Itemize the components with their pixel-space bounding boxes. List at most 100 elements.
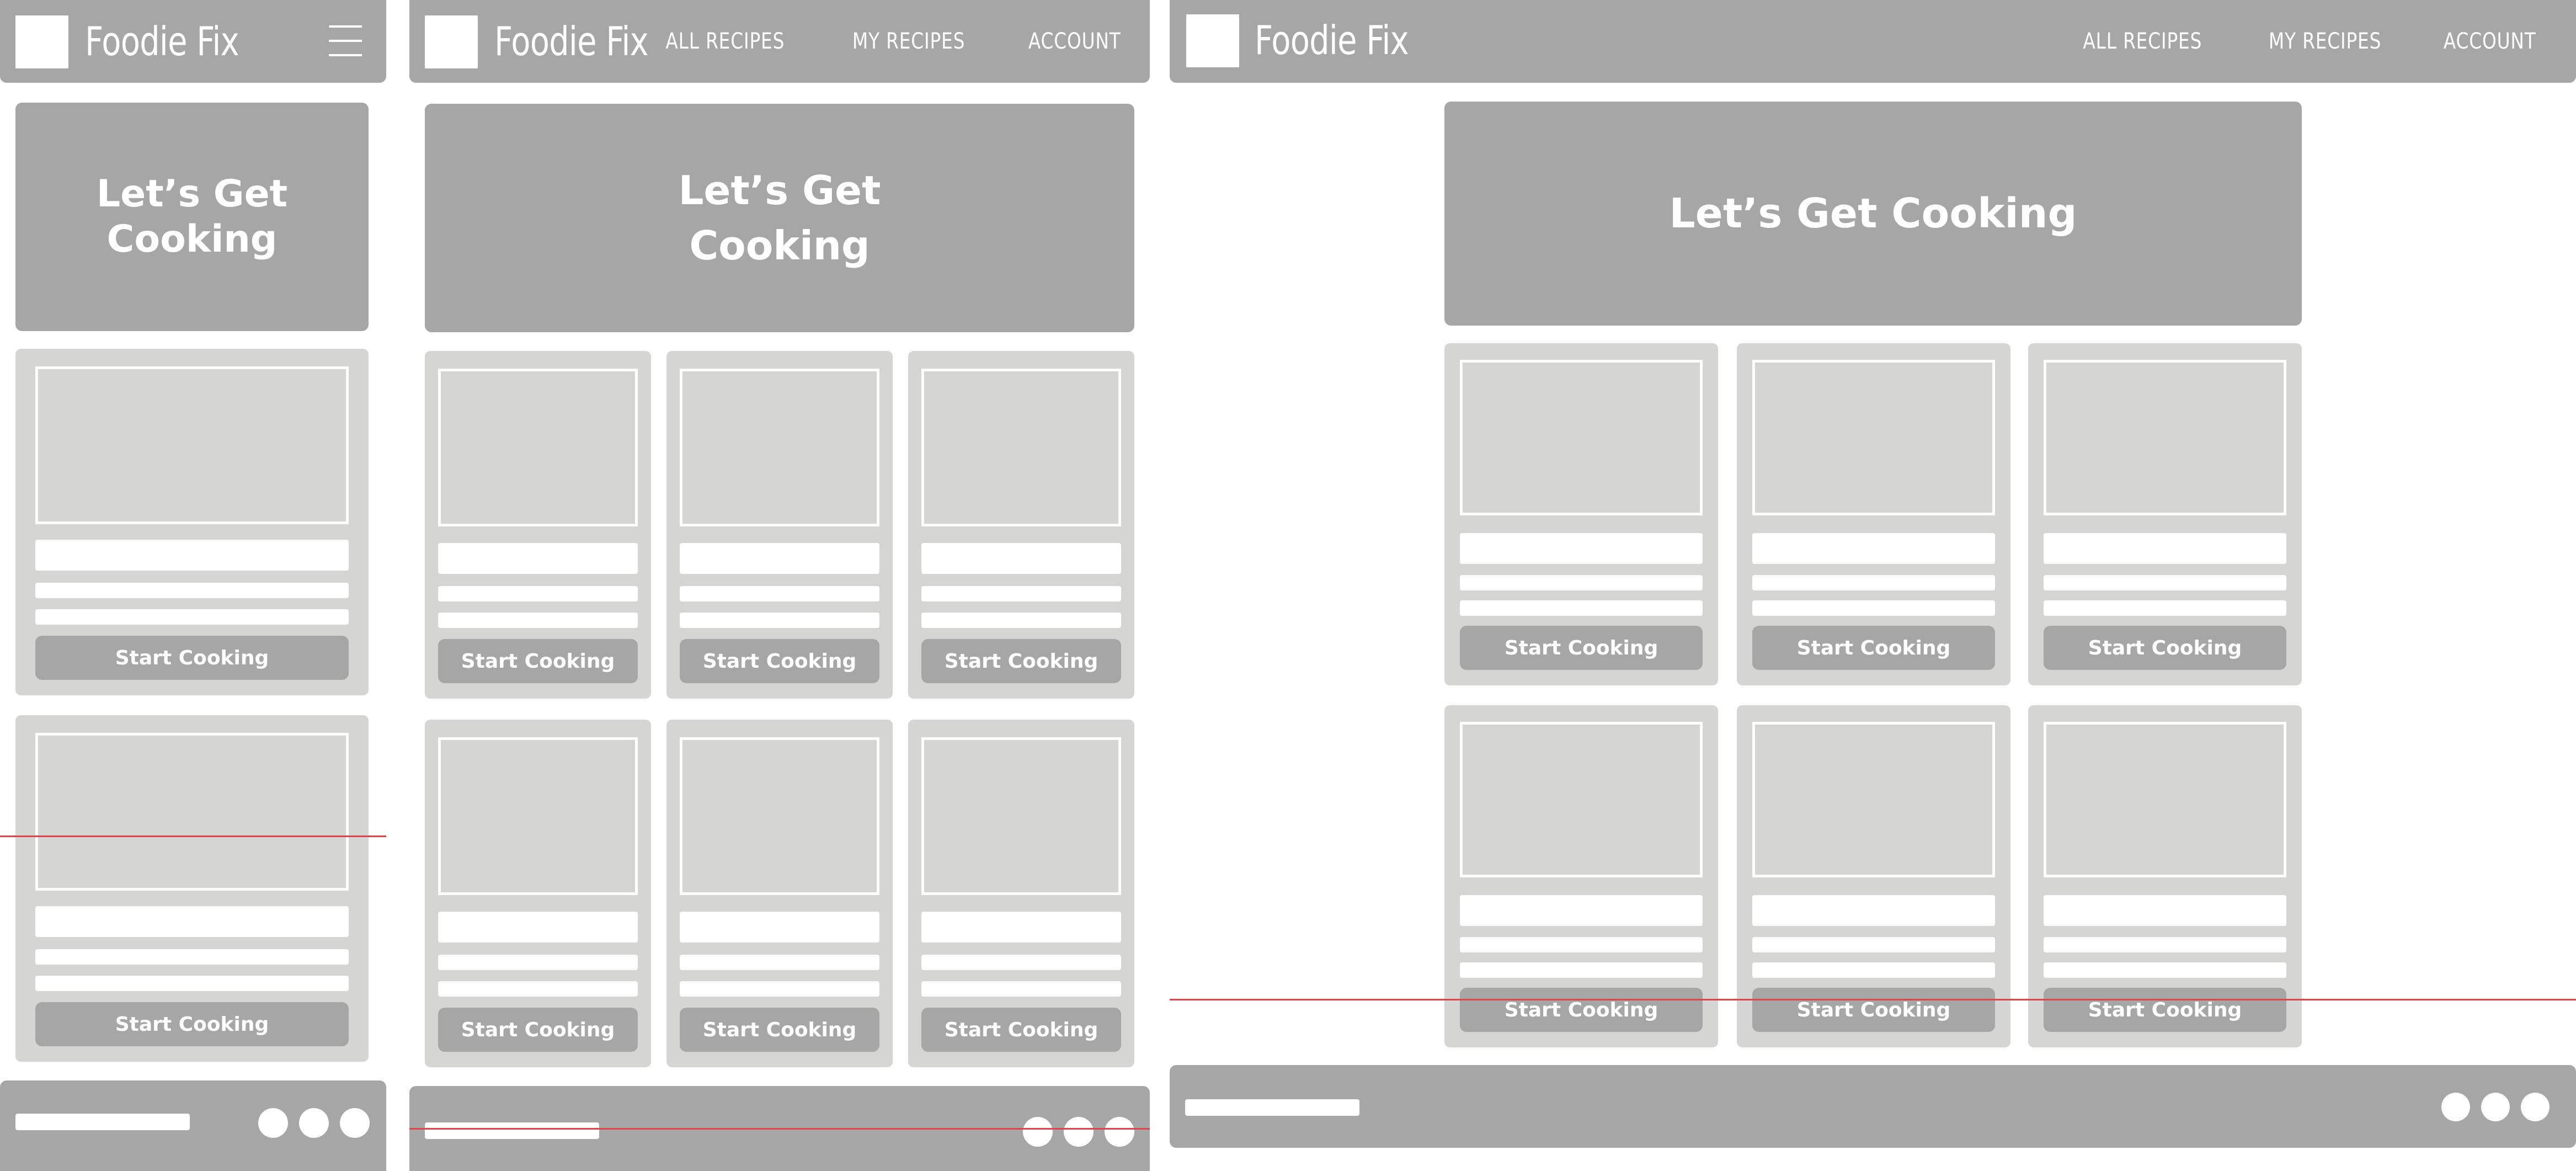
start-cooking-button[interactable]: Start Cooking — [1460, 626, 1703, 670]
nav-account[interactable]: ACCOUNT — [2444, 29, 2536, 54]
footer-social-links — [2441, 1093, 2550, 1121]
start-cooking-button[interactable]: Start Cooking — [2044, 626, 2286, 670]
recipe-text-placeholder — [680, 586, 879, 602]
recipe-title-placeholder — [1752, 533, 1995, 564]
recipe-image-placeholder — [1752, 722, 1995, 877]
recipe-text-placeholder — [921, 613, 1121, 628]
recipe-text-placeholder — [1460, 575, 1703, 590]
start-cooking-button[interactable]: Start Cooking — [35, 1002, 349, 1046]
recipe-title-placeholder — [680, 912, 879, 943]
recipe-image-placeholder — [2044, 722, 2286, 877]
brand-name[interactable]: Foodie Fix — [1255, 15, 1409, 65]
social-circle-icon[interactable] — [2521, 1093, 2550, 1121]
social-circle-icon[interactable] — [2481, 1093, 2510, 1121]
start-cooking-button[interactable]: Start Cooking — [680, 639, 879, 683]
recipe-card: Start Cooking — [425, 720, 651, 1067]
social-circle-icon[interactable] — [258, 1108, 288, 1138]
start-cooking-button[interactable]: Start Cooking — [921, 639, 1121, 683]
brand-name[interactable]: Foodie Fix — [85, 17, 239, 66]
breakpoint-line — [1170, 999, 2576, 1000]
nav-my-recipes[interactable]: MY RECIPES — [2269, 29, 2381, 54]
start-cooking-button[interactable]: Start Cooking — [1752, 626, 1995, 670]
tablet-frame: Foodie Fix ALL RECIPES MY RECIPES ACCOUN… — [409, 0, 1150, 1171]
mobile-frame: Foodie Fix Let’s Get Cooking Start Cooki… — [0, 0, 386, 1171]
recipe-text-placeholder — [921, 586, 1121, 602]
hero-banner: Let’s Get Cooking — [425, 104, 1134, 332]
recipe-card: Start Cooking — [1444, 343, 1718, 685]
recipe-card: Start Cooking — [666, 351, 893, 699]
recipe-title-placeholder — [1752, 895, 1995, 926]
recipe-text-placeholder — [921, 955, 1121, 970]
site-header: Foodie Fix ALL RECIPES MY RECIPES ACCOUN… — [409, 0, 1150, 83]
recipe-card: Start Cooking — [908, 720, 1134, 1067]
social-circle-icon[interactable] — [1064, 1117, 1094, 1147]
recipe-image-placeholder — [2044, 360, 2286, 515]
start-cooking-button[interactable]: Start Cooking — [438, 1008, 638, 1052]
recipe-text-placeholder — [1752, 937, 1995, 952]
hero-title-line1: Let’s Get — [96, 172, 288, 216]
recipe-card: Start Cooking — [2028, 705, 2302, 1047]
start-cooking-button[interactable]: Start Cooking — [1460, 988, 1703, 1032]
recipe-text-placeholder — [1752, 962, 1995, 978]
recipe-text-placeholder — [1460, 962, 1703, 978]
brand-name[interactable]: Foodie Fix — [494, 17, 649, 66]
recipe-image-placeholder — [680, 369, 879, 526]
main-nav: ALL RECIPES MY RECIPES ACCOUNT — [2057, 0, 2536, 83]
recipe-text-placeholder — [2044, 600, 2286, 616]
social-circle-icon[interactable] — [1023, 1117, 1053, 1147]
recipe-title-placeholder — [921, 543, 1121, 574]
recipe-text-placeholder — [35, 583, 349, 598]
recipe-image-placeholder — [1460, 360, 1703, 515]
social-circle-icon[interactable] — [2441, 1093, 2470, 1121]
start-cooking-button[interactable]: Start Cooking — [921, 1008, 1121, 1052]
logo-placeholder-icon[interactable] — [1186, 14, 1239, 67]
recipe-card: Start Cooking — [2028, 343, 2302, 685]
hero-title: Let’s Get Cooking — [1669, 190, 2077, 237]
nav-account[interactable]: ACCOUNT — [1028, 29, 1121, 54]
nav-all-recipes[interactable]: ALL RECIPES — [2083, 29, 2202, 54]
recipe-image-placeholder — [438, 737, 638, 895]
logo-placeholder-icon[interactable] — [15, 15, 68, 68]
nav-all-recipes[interactable]: ALL RECIPES — [665, 29, 785, 54]
recipe-title-placeholder — [35, 540, 349, 571]
recipe-title-placeholder — [2044, 895, 2286, 926]
hero-banner: Let’s Get Cooking — [15, 103, 369, 331]
recipe-title-placeholder — [438, 543, 638, 574]
recipe-title-placeholder — [438, 912, 638, 943]
recipe-card: Start Cooking — [908, 351, 1134, 699]
hero-title-line1: Let’s Get — [678, 167, 881, 214]
hero-banner: Let’s Get Cooking — [1444, 102, 2302, 326]
footer-social-links — [1023, 1117, 1134, 1147]
start-cooking-button[interactable]: Start Cooking — [438, 639, 638, 683]
site-header: Foodie Fix ALL RECIPES MY RECIPES ACCOUN… — [1170, 0, 2576, 83]
site-footer — [0, 1080, 386, 1171]
start-cooking-button[interactable]: Start Cooking — [35, 636, 349, 680]
footer-social-links — [258, 1108, 370, 1138]
footer-text-placeholder — [1185, 1099, 1359, 1116]
start-cooking-button[interactable]: Start Cooking — [680, 1008, 879, 1052]
recipe-image-placeholder — [35, 366, 349, 524]
recipe-text-placeholder — [35, 976, 349, 991]
recipe-text-placeholder — [438, 981, 638, 997]
site-header: Foodie Fix — [0, 0, 386, 83]
recipe-text-placeholder — [2044, 962, 2286, 978]
recipe-image-placeholder — [921, 369, 1121, 526]
recipe-image-placeholder — [438, 369, 638, 526]
recipe-text-placeholder — [2044, 575, 2286, 590]
recipe-title-placeholder — [921, 912, 1121, 943]
social-circle-icon[interactable] — [340, 1108, 370, 1138]
hamburger-menu-icon[interactable] — [329, 25, 362, 56]
hero-title-line2: Cooking — [689, 222, 870, 269]
recipe-card: Start Cooking — [15, 715, 369, 1062]
start-cooking-button[interactable]: Start Cooking — [1752, 988, 1995, 1032]
social-circle-icon[interactable] — [299, 1108, 329, 1138]
logo-placeholder-icon[interactable] — [425, 15, 478, 68]
social-circle-icon[interactable] — [1105, 1117, 1134, 1147]
recipe-text-placeholder — [1460, 600, 1703, 616]
recipe-card: Start Cooking — [425, 351, 651, 699]
start-cooking-button[interactable]: Start Cooking — [2044, 988, 2286, 1032]
recipe-image-placeholder — [921, 737, 1121, 895]
recipe-text-placeholder — [1752, 600, 1995, 616]
recipe-text-placeholder — [438, 586, 638, 602]
nav-my-recipes[interactable]: MY RECIPES — [852, 29, 965, 54]
